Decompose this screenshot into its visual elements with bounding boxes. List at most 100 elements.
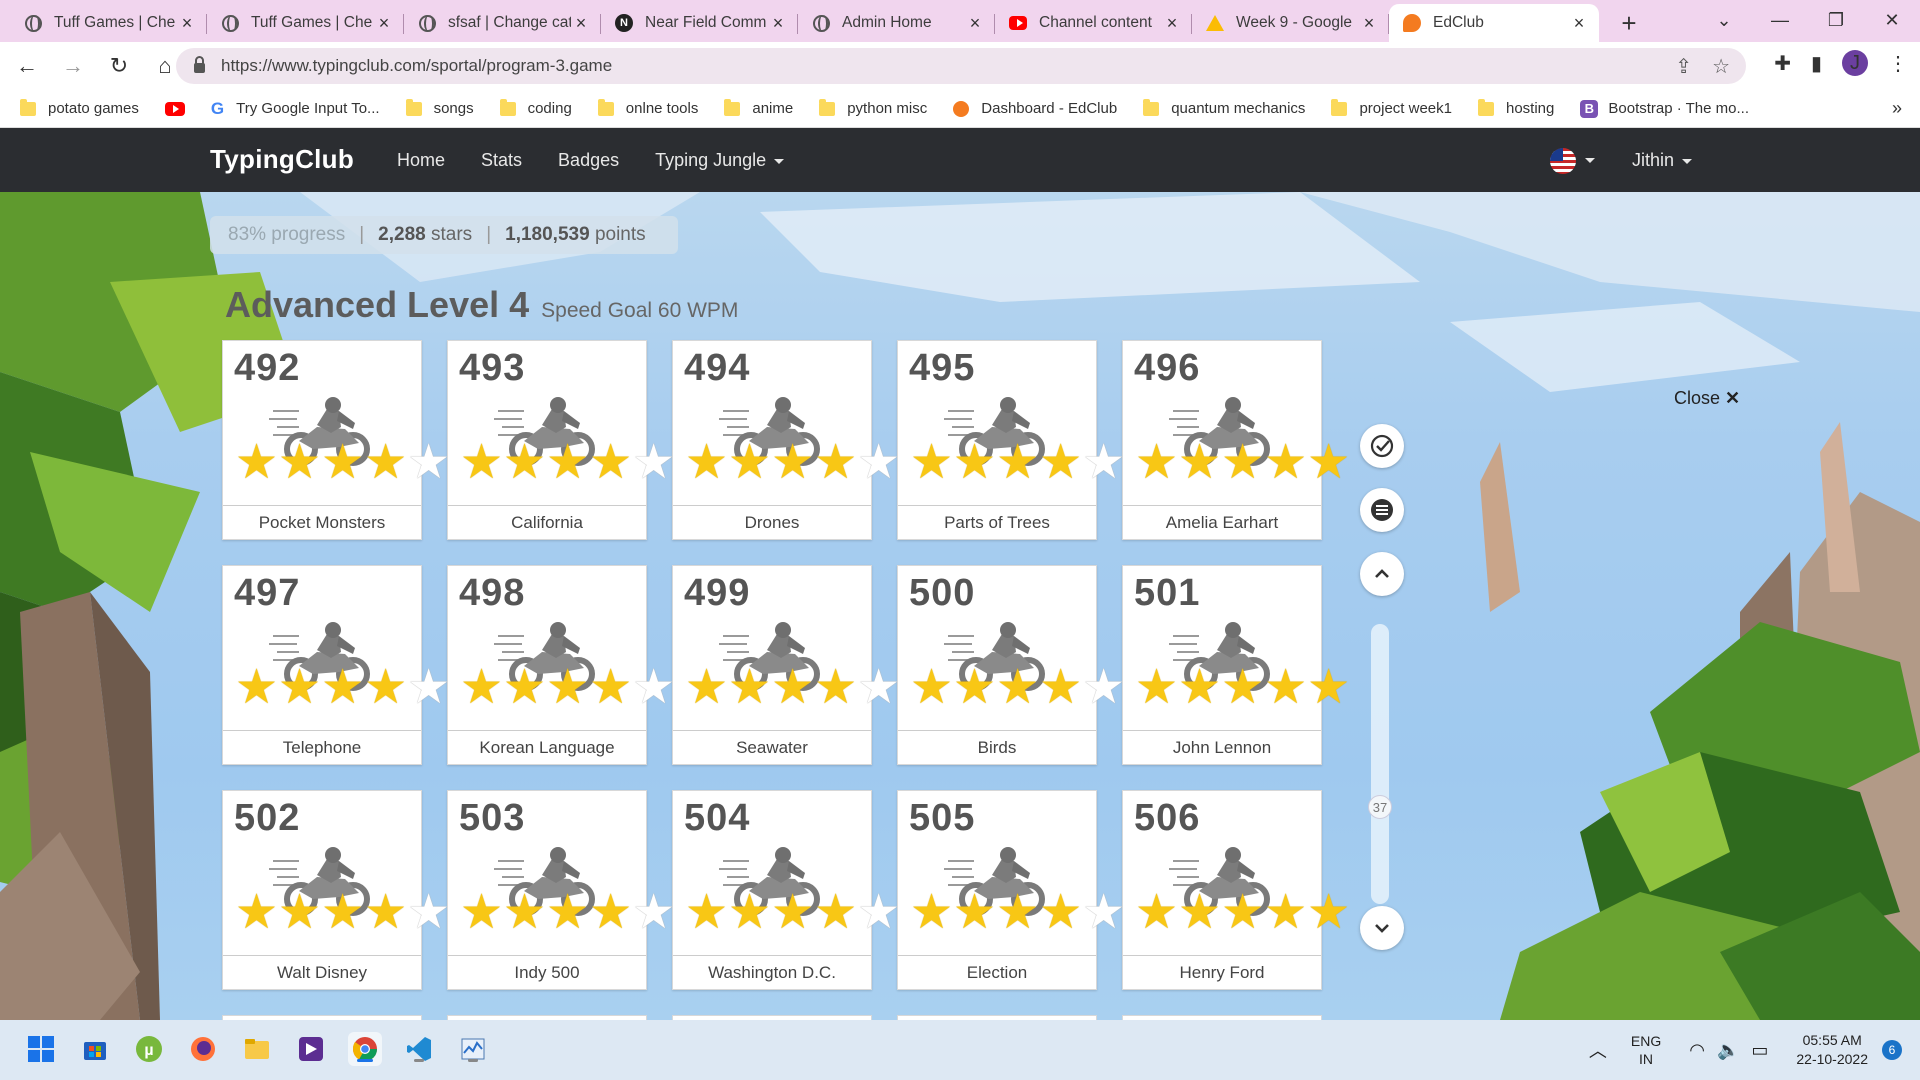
tray-overflow-chevron-icon[interactable]: ︿ [1589,1037,1607,1063]
utorrent-icon[interactable]: µ [132,1032,166,1066]
bookmark-item[interactable]: songs [405,98,474,117]
restore-button[interactable]: ❐ [1808,0,1864,40]
battery-icon[interactable]: ▭ [1751,1040,1768,1061]
lang-region: IN [1639,1051,1654,1067]
browser-tab[interactable]: Week 9 - Google × [1192,4,1389,42]
close-window-button[interactable]: ✕ [1864,0,1920,40]
star-filled-icon: ★ [814,886,858,939]
windows-start-icon[interactable] [24,1032,58,1066]
bookmark-item[interactable]: B Bootstrap · The mo... [1580,99,1749,118]
browser-tab[interactable]: Channel content × [995,4,1192,42]
lesson-card[interactable]: 492 ★ ★ ★ ★ ★ Pocket Monsters [222,340,450,540]
nav-link-label: Home [397,150,446,170]
visual-studio-icon[interactable] [294,1032,328,1066]
lesson-card[interactable]: 501 ★ ★ ★ ★ ★ John Lennon [1122,565,1350,765]
vscode-icon[interactable] [402,1032,436,1066]
lesson-card[interactable]: 497 ★ ★ ★ ★ ★ Telephone [222,565,450,765]
microsoft-store-icon[interactable] [78,1032,112,1066]
forward-button[interactable]: → [54,47,92,85]
bookmarks-overflow-button[interactable]: » [1892,98,1902,119]
nav-link-stats[interactable]: Stats [481,150,522,171]
browser-tab[interactable]: N Near Field Comm × [601,4,798,42]
bookmark-item[interactable]: project week1 [1331,98,1452,117]
input-language-indicator[interactable]: ENG IN [1631,1032,1661,1068]
bookmark-item[interactable]: coding [499,98,572,117]
language-dropdown-caret-icon[interactable] [1585,158,1595,163]
nav-link-typing-jungle[interactable]: Typing Jungle [655,150,785,171]
lesson-number: 501 [1134,572,1201,614]
lesson-card[interactable]: 500 ★ ★ ★ ★ ★ Birds [897,565,1125,765]
clock[interactable]: 05:55 AM 22-10-2022 [1796,1031,1868,1069]
tab-close-icon[interactable]: × [571,13,591,34]
lesson-card[interactable]: 498 ★ ★ ★ ★ ★ Korean Language [447,565,675,765]
tab-close-icon[interactable]: × [1162,13,1182,34]
scroll-up-button[interactable] [1360,552,1404,596]
tab-search-chevron-icon[interactable]: ⌄ [1696,0,1752,40]
lesson-scrollbar[interactable] [1371,624,1389,904]
tab-close-icon[interactable]: × [374,13,394,34]
youtube-icon [164,101,185,116]
tab-close-icon[interactable]: × [1359,13,1379,34]
bookmark-item[interactable]: Dashboard - EdClub [953,100,1117,117]
profile-avatar[interactable]: J [1842,50,1868,76]
bookmark-star-icon[interactable]: ☆ [1712,54,1730,79]
bookmark-item[interactable]: onlne tools [597,98,698,117]
user-menu[interactable]: Jithin [1632,150,1693,171]
bookmark-item[interactable]: python misc [819,98,927,117]
us-flag-icon[interactable] [1550,148,1576,174]
nav-link-badges[interactable]: Badges [558,150,619,171]
bookmark-item[interactable]: potato games [20,98,139,117]
tab-close-icon[interactable]: × [177,13,197,34]
scroll-down-button[interactable] [1360,906,1404,950]
site-logo[interactable]: TypingClub [210,144,354,175]
completed-check-button[interactable] [1360,424,1404,468]
window-controls: ⌄ — ❐ ✕ [1696,0,1920,40]
star-filled-icon: ★ [235,886,279,939]
bookmark-item[interactable]: anime [724,98,793,117]
browser-tab[interactable]: Tuff Games | Che × [10,4,207,42]
lesson-card[interactable]: 504 ★ ★ ★ ★ ★ Washington D.C. [672,790,900,990]
lesson-card[interactable]: 505 ★ ★ ★ ★ ★ Election [897,790,1125,990]
stars-count: 2,288 [378,224,426,245]
browser-menu-icon[interactable]: ⋮ [1888,51,1908,76]
lesson-card[interactable]: 493 ★ ★ ★ ★ ★ California [447,340,675,540]
bookmark-item[interactable]: quantum mechanics [1143,98,1305,117]
bookmark-item[interactable]: hosting [1478,98,1554,117]
menu-button[interactable] [1360,488,1404,532]
back-button[interactable]: ← [8,47,46,85]
file-explorer-icon[interactable] [240,1032,274,1066]
browser-tab[interactable]: Admin Home × [798,4,995,42]
reload-button[interactable]: ↻ [100,47,138,85]
tab-close-icon[interactable]: × [768,13,788,34]
lesson-card[interactable]: 495 ★ ★ ★ ★ ★ Parts of Trees [897,340,1125,540]
nav-link-home[interactable]: Home [397,150,445,171]
share-icon[interactable]: ⇪ [1675,54,1692,79]
browser-tab[interactable]: EdClub × [1389,4,1599,42]
minimize-button[interactable]: — [1752,0,1808,40]
new-tab-button[interactable]: + [1609,4,1649,42]
address-bar[interactable]: https://www.typingclub.com/sportal/progr… [176,48,1746,84]
lesson-card[interactable]: 503 ★ ★ ★ ★ ★ Indy 500 [447,790,675,990]
bookmark-item[interactable]: G Try Google Input To... [211,99,380,119]
bookmark-item[interactable] [164,101,185,116]
lesson-card[interactable]: 499 ★ ★ ★ ★ ★ Seawater [672,565,900,765]
browser-tab[interactable]: Tuff Games | Che × [207,4,404,42]
chrome-icon[interactable] [348,1032,382,1066]
wifi-icon[interactable]: ◠ [1689,1040,1705,1061]
close-button[interactable]: Close ✕ [1674,388,1740,409]
lesson-card[interactable]: 494 ★ ★ ★ ★ ★ Drones [672,340,900,540]
browser-tab[interactable]: sfsaf | Change cat × [404,4,601,42]
lesson-card[interactable]: 506 ★ ★ ★ ★ ★ Henry Ford [1122,790,1350,990]
volume-icon[interactable]: 🔈 [1717,1040,1739,1061]
firefox-icon[interactable] [186,1032,220,1066]
tab-close-icon[interactable]: × [1569,13,1589,34]
tab-close-icon[interactable]: × [965,13,985,34]
side-panel-icon[interactable]: ▮ [1811,51,1822,76]
lesson-card[interactable]: 496 ★ ★ ★ ★ ★ Amelia Earhart [1122,340,1350,540]
divider: | [486,224,492,245]
lesson-card[interactable]: 502 ★ ★ ★ ★ ★ Walt Disney [222,790,450,990]
extensions-puzzle-icon[interactable]: ✚ [1774,51,1791,76]
task-manager-icon[interactable] [456,1032,490,1066]
notification-badge[interactable]: 6 [1882,1040,1902,1060]
scrollbar-thumb[interactable]: 37 [1368,795,1392,819]
